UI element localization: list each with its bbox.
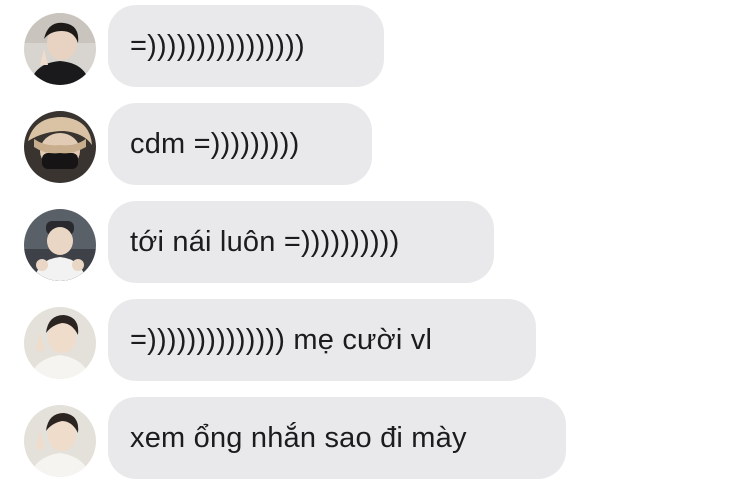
message-text: cdm =))))))))) (130, 127, 300, 160)
message-bubble[interactable]: =)))))))))))))))) (108, 5, 384, 87)
message-text: =)))))))))))))))) (130, 29, 305, 62)
message-bubble[interactable]: cdm =))))))))) (108, 103, 372, 185)
message-bubble[interactable]: tới nái luôn =)))))))))) (108, 201, 494, 283)
avatar[interactable] (24, 13, 96, 85)
avatar[interactable] (24, 111, 96, 183)
chat-thread: =)))))))))))))))) cdm =))))))))) tới nái… (0, 0, 750, 484)
avatar[interactable] (24, 405, 96, 477)
message-row: =)))))))))))))) mẹ cười vl (0, 294, 750, 381)
avatar[interactable] (24, 209, 96, 281)
message-text: xem ổng nhắn sao đi mày (130, 421, 467, 454)
message-row: =)))))))))))))))) (0, 0, 750, 87)
message-row: cdm =))))))))) (0, 98, 750, 185)
message-row: tới nái luôn =)))))))))) (0, 196, 750, 283)
message-text: tới nái luôn =)))))))))) (130, 225, 400, 258)
user-photo-icon (24, 405, 96, 477)
message-text: =)))))))))))))) mẹ cười vl (130, 323, 433, 356)
user-photo-icon (24, 209, 96, 281)
user-photo-icon (24, 13, 96, 85)
message-bubble[interactable]: =)))))))))))))) mẹ cười vl (108, 299, 536, 381)
message-bubble[interactable]: xem ổng nhắn sao đi mày (108, 397, 566, 479)
user-photo-icon (24, 307, 96, 379)
avatar[interactable] (24, 307, 96, 379)
message-row: xem ổng nhắn sao đi mày (0, 392, 750, 479)
user-photo-icon (24, 111, 96, 183)
